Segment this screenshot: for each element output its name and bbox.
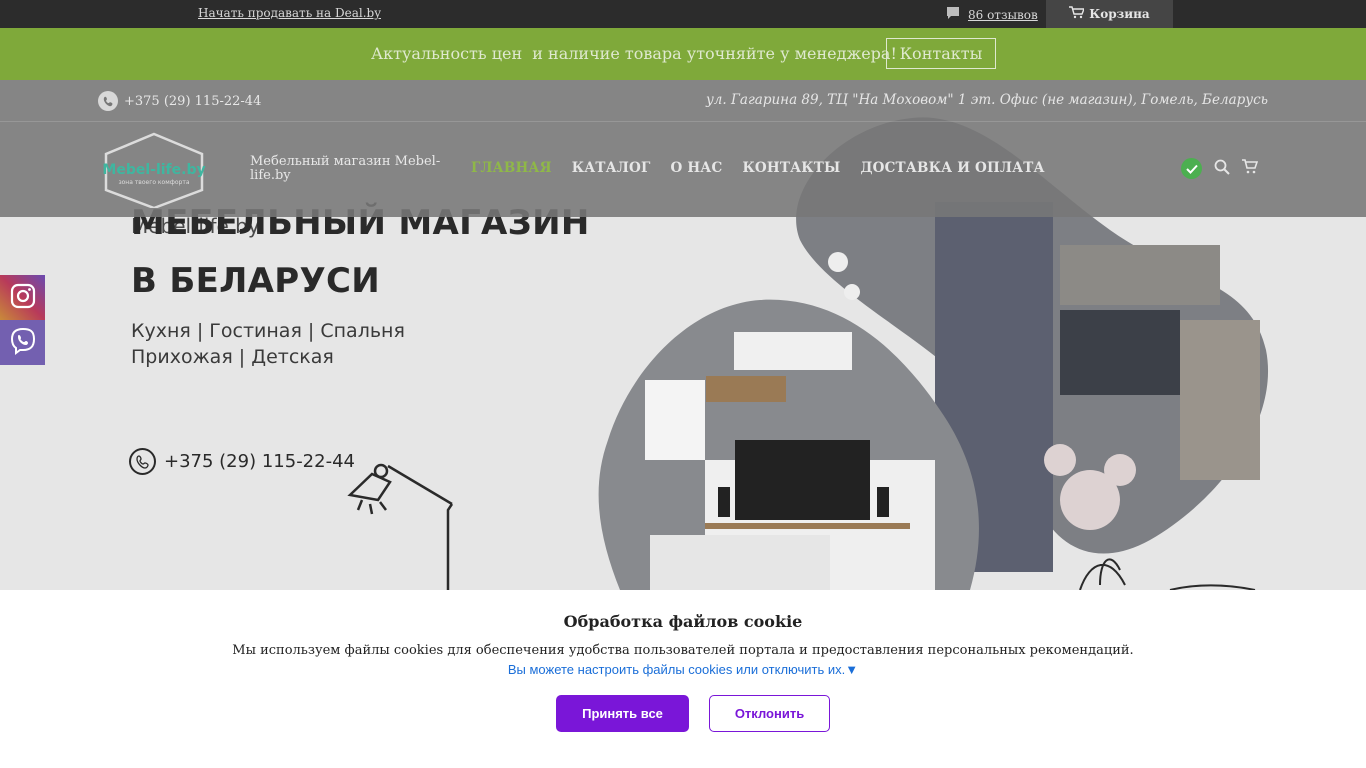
search-icon[interactable] xyxy=(1214,159,1230,179)
menu-item-about[interactable]: О НАС xyxy=(670,160,722,176)
site-logo[interactable]: Mebel-life.by зона твоего комфорта xyxy=(98,132,210,210)
menu-item-home[interactable]: ГЛАВНАЯ xyxy=(471,160,552,176)
top-bar: Начать продавать на Deal.by 86 отзывов К… xyxy=(0,0,1366,28)
cart-icon[interactable] xyxy=(1242,159,1259,178)
cookie-settings-link[interactable]: Вы можете настроить файлы cookies или от… xyxy=(0,662,1366,677)
hero-categories-line-2: Прихожая | Детская xyxy=(131,346,334,368)
cookie-heading: Обработка файлов cookie xyxy=(563,612,803,631)
main-header: Mebel-life.by зона твоего комфорта Мебел… xyxy=(0,122,1366,217)
header-phone[interactable]: +375 (29) 115-22-44 xyxy=(98,91,261,111)
menu-item-catalog[interactable]: КАТАЛОГ xyxy=(572,160,651,176)
phone-icon xyxy=(98,91,118,111)
hero-title-line-2: В БЕЛАРУСИ xyxy=(131,261,380,301)
logo-text: Mebel-life.by xyxy=(102,162,206,178)
hero-categories-line-1: Кухня | Гостиная | Спальня xyxy=(131,320,405,342)
menu-item-delivery[interactable]: ДОСТАВКА И ОПЛАТА xyxy=(860,160,1044,176)
cookie-banner: Обработка файлов cookie Мы используем фа… xyxy=(0,590,1366,768)
instagram-icon xyxy=(9,282,37,314)
viber-button[interactable] xyxy=(0,320,45,365)
cart-icon xyxy=(1069,6,1086,22)
phone-icon xyxy=(129,448,156,475)
viber-icon xyxy=(8,326,38,360)
store-address: ул. Гагарина 89, ТЦ "На Моховом" 1 эт. О… xyxy=(705,92,1268,108)
start-selling-link[interactable]: Начать продавать на Deal.by xyxy=(198,6,381,20)
reject-button[interactable]: Отклонить xyxy=(709,695,830,732)
notice-text: Актуальность цен и наличие товара уточня… xyxy=(371,44,897,63)
hero-categories: Кухня | Гостиная | Спальня Прихожая | Де… xyxy=(131,318,405,370)
main-menu: ГЛАВНАЯ КАТАЛОГ О НАС КОНТАКТЫ ДОСТАВКА … xyxy=(471,160,1045,176)
reviews-label: 86 отзывов xyxy=(968,7,1038,22)
header-phone-number: +375 (29) 115-22-44 xyxy=(124,93,262,109)
hero-phone: +375 (29) 115-22-44 xyxy=(129,448,355,475)
hero-phone-number: +375 (29) 115-22-44 xyxy=(164,451,355,472)
instagram-button[interactable] xyxy=(0,275,45,320)
cart-label: Корзина xyxy=(1089,7,1150,21)
reviews-link[interactable]: 86 отзывов xyxy=(946,6,1038,23)
chat-icon xyxy=(946,6,960,23)
menu-item-contacts[interactable]: КОНТАКТЫ xyxy=(742,160,840,176)
notice-bar: Актуальность цен и наличие товара уточня… xyxy=(0,28,1366,80)
cart-button[interactable]: Корзина xyxy=(1046,0,1173,28)
cookie-text: Мы используем файлы cookies для обеспече… xyxy=(232,643,1134,658)
accept-all-button[interactable]: Принять все xyxy=(556,695,689,732)
logo-slogan: зона твоего комфорта xyxy=(118,179,190,186)
site-tagline: Мебельный магазин Mebel-life.by xyxy=(250,154,441,183)
header-icons xyxy=(1181,158,1259,179)
check-icon[interactable] xyxy=(1181,158,1202,179)
contacts-button[interactable]: Контакты xyxy=(886,38,996,69)
contact-row: +375 (29) 115-22-44 ул. Гагарина 89, ТЦ … xyxy=(0,80,1366,122)
